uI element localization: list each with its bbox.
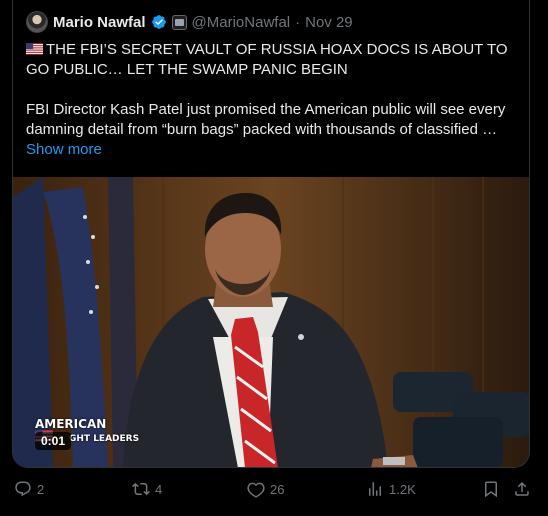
headline-text: THE FBI’S SECRET VAULT OF RUSSIA HOAX DO… (26, 41, 508, 78)
us-flag-icon (26, 43, 43, 55)
watermark-line2: GHT LEADERS (69, 434, 140, 444)
share-icon (515, 481, 529, 496)
tweet-card[interactable]: Mario Nawfal @MarioNawfal · Nov 29 THE F… (12, 0, 530, 468)
share-button[interactable] (513, 480, 531, 498)
tweet-paragraph: FBI Director Kash Patel just promised th… (26, 101, 506, 138)
watermark-line1: AMERICAN (35, 417, 107, 431)
views-button[interactable]: 1.2K (366, 480, 416, 498)
like-button[interactable]: 26 (247, 480, 284, 498)
bookmark-icon (485, 481, 497, 498)
repost-count: 4 (155, 481, 163, 497)
video-timestamp: 0:01 (35, 432, 72, 450)
bookmark-button[interactable] (482, 480, 500, 498)
repost-button[interactable]: 4 (132, 480, 162, 498)
show-more-link[interactable]: Show more (26, 140, 520, 160)
author-handle[interactable]: @MarioNawfal (192, 14, 291, 31)
separator: · (295, 13, 301, 31)
verified-badge-icon (151, 15, 166, 29)
like-count: 26 (270, 481, 285, 497)
video-player[interactable]: AMERICAN GHT LEADERS 0:01 (13, 177, 529, 467)
avatar[interactable] (26, 11, 48, 33)
reply-count: 2 (37, 481, 45, 497)
tweet-date[interactable]: Nov 29 (305, 14, 353, 31)
views-count: 1.2K (389, 481, 416, 497)
tweet-text: THE FBI’S SECRET VAULT OF RUSSIA HOAX DO… (26, 40, 520, 160)
tweet-header: Mario Nawfal @MarioNawfal · Nov 29 (26, 10, 353, 34)
tweet-headline: THE FBI’S SECRET VAULT OF RUSSIA HOAX DO… (26, 40, 520, 80)
reply-icon (15, 481, 31, 497)
repost-icon (132, 482, 150, 496)
views-chart-icon (369, 482, 381, 496)
tweet-actions: 2 4 26 1.2K (0, 476, 548, 504)
affiliation-badge-icon[interactable] (171, 14, 187, 30)
heart-icon (247, 482, 265, 498)
reply-button[interactable]: 2 (14, 480, 44, 498)
author-name[interactable]: Mario Nawfal (53, 14, 146, 31)
